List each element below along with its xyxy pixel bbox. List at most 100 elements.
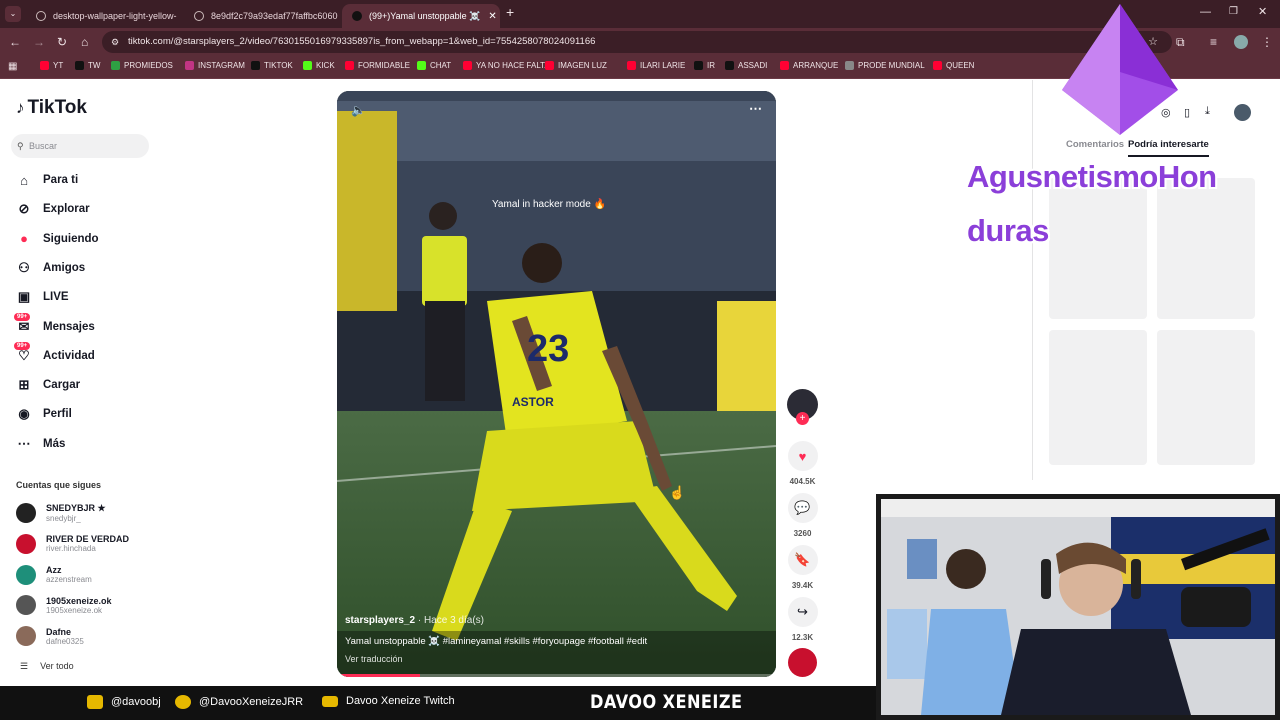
browser-profile-avatar[interactable] <box>1234 35 1248 49</box>
following-account[interactable]: Azz azzenstream <box>16 564 92 585</box>
user-avatar[interactable] <box>1234 104 1251 121</box>
bookmark-favicon-icon <box>627 61 636 70</box>
browser-tab-1[interactable]: desktop-wallpaper-light-yellow- ✕ <box>26 4 184 28</box>
share-button[interactable]: ↪ 12.3K <box>787 597 818 642</box>
sidebar-item-actividad[interactable]: ♡ 99+ Actividad <box>14 341 95 364</box>
bookmark-promiedos[interactable]: PROMIEDOS <box>111 61 173 70</box>
bookmark-yt[interactable]: YT <box>40 61 63 70</box>
bookmark-ilari-larie[interactable]: ILARI LARIE <box>627 61 685 70</box>
bookmark-label: PROMIEDOS <box>124 61 173 70</box>
video-progress-fill <box>337 674 421 677</box>
apps-grid-icon[interactable]: ▦ <box>8 61 17 72</box>
sidebar-item-para-ti[interactable]: ⌂ Para ti <box>16 172 78 188</box>
account-avatar <box>16 533 36 554</box>
recommended-video-thumb[interactable] <box>1157 330 1255 465</box>
music-disc-button[interactable] <box>787 648 818 677</box>
bookmark-arranque[interactable]: ARRANQUE <box>780 61 838 70</box>
account-name: Dafne <box>46 626 72 637</box>
bookmark-tiktok[interactable]: TIKTOK <box>251 61 293 70</box>
device-icon[interactable]: ▯ <box>1184 106 1190 119</box>
video-player[interactable]: 23 ASTOR 🔈 ⋯ Yamal in hacker mode 🔥 star… <box>337 91 776 677</box>
sidebar-item-amigos[interactable]: ⚇ Amigos <box>16 260 85 276</box>
author-name[interactable]: starsplayers_2 <box>345 615 415 626</box>
account-avatar <box>16 626 36 647</box>
bookmark-favicon-icon <box>251 61 260 70</box>
minimize-icon[interactable]: — <box>1200 6 1211 18</box>
following-account[interactable]: SNEDYBJR ★ snedybjr_ <box>16 503 106 523</box>
bookmark-imagen-luz[interactable]: IMAGEN LUZ <box>545 61 607 70</box>
following-account[interactable]: Dafne dafne0325 <box>16 626 84 647</box>
like-button[interactable]: ♥ 404.5K <box>787 441 818 486</box>
site-info-icon[interactable]: ⚙ <box>111 31 119 53</box>
sidebar-item-label: Amigos <box>43 261 86 274</box>
music-disc-icon[interactable] <box>788 648 817 677</box>
sidebar-item-explorar[interactable]: ⊘ Explorar <box>16 201 90 217</box>
account-username: river.hinchada <box>46 544 96 554</box>
following-account[interactable]: RIVER DE VERDAD river.hinchada <box>16 533 129 554</box>
bookmark-prode-mundial[interactable]: PRODE MUNDIAL <box>845 61 925 70</box>
bookmark-favicon-icon <box>40 61 49 70</box>
media-icon[interactable]: ≡ <box>1210 33 1217 51</box>
search-input[interactable]: ⚲ Buscar <box>11 134 149 158</box>
account-avatar <box>16 503 36 523</box>
sidebar-item-live[interactable]: ▣ LIVE <box>16 289 69 305</box>
bookmark-label: INSTAGRAM <box>198 61 245 70</box>
bookmark-kick[interactable]: KICK <box>303 61 335 70</box>
recommended-video-thumb[interactable] <box>1049 330 1147 465</box>
sidebar-item-siguiendo[interactable]: ● Siguiendo <box>16 231 99 247</box>
bookmark-chat[interactable]: CHAT <box>417 61 451 70</box>
bookmark-favicon-icon <box>417 61 426 70</box>
more-options-icon[interactable]: ⋯ <box>749 101 762 117</box>
bookmark-label: FORMIDABLE <box>358 61 411 70</box>
sidebar-item-perfil[interactable]: ◉ Perfil <box>16 406 71 422</box>
following-account[interactable]: 1905xeneize.ok 1905xeneize.ok <box>16 595 112 616</box>
forward-icon[interactable]: → <box>33 33 45 51</box>
tab-search-button[interactable]: ⌄ <box>5 6 21 22</box>
browser-tab-2[interactable]: 8e9df2c79a93edaf77faffbc6060 ✕ <box>184 4 342 28</box>
back-icon[interactable]: ← <box>9 33 21 51</box>
restore-icon[interactable]: ❐ <box>1229 6 1238 17</box>
tab-recommended-label: Podría interesarte <box>1128 139 1209 150</box>
follow-plus-icon[interactable]: + <box>796 412 809 425</box>
address-bar[interactable]: ⚙ tiktok.com/@starsplayers_2/video/76301… <box>102 31 1172 53</box>
bookmark-formidable[interactable]: FORMIDABLE <box>345 61 410 70</box>
translate-link[interactable]: Ver traducción <box>345 654 403 664</box>
tiktok-logo[interactable]: ♪ TikTok <box>16 97 87 119</box>
share-icon[interactable]: ↪ <box>787 597 818 627</box>
sidebar-item-cargar[interactable]: ⊞ Cargar <box>16 377 81 393</box>
bookmark-assadi[interactable]: ASSADI <box>725 61 767 70</box>
sidebar-item-más[interactable]: ⋯ Más <box>16 436 66 452</box>
bookmark-favicon-icon <box>303 61 312 70</box>
comment-icon[interactable]: 💬 <box>787 493 818 523</box>
panel-divider <box>1032 80 1033 480</box>
see-all-link[interactable]: ☰ Ver todo <box>20 661 74 672</box>
save-count: 39.4K <box>791 581 814 590</box>
compass-icon: ⊘ <box>18 201 30 217</box>
browser-tab-3[interactable]: (99+)Yamal unstoppable ☠️ ✕ <box>342 4 500 28</box>
bookmark-ya-no-hace-falta[interactable]: YA NO HACE FALTA <box>463 61 550 70</box>
video-author[interactable]: starsplayers_2 · Hace 3 día(s) <box>345 615 484 626</box>
creator-avatar-button[interactable]: + <box>787 389 818 425</box>
tab-title: (99+)Yamal unstoppable ☠️ <box>369 10 481 21</box>
home-page-icon[interactable]: ⌂ <box>81 33 88 51</box>
close-window-icon[interactable]: ✕ <box>1258 5 1267 18</box>
reload-icon[interactable]: ↻ <box>57 33 67 51</box>
sidebar-item-mensajes[interactable]: ✉ 99+ Mensajes <box>14 312 95 335</box>
browser-menu-icon[interactable]: ⋮ <box>1261 33 1273 51</box>
video-progress-track[interactable] <box>337 674 776 677</box>
save-button[interactable]: 🔖 39.4K <box>787 545 818 590</box>
new-tab-button[interactable]: + <box>506 4 514 20</box>
download-icon[interactable]: ⤓ <box>1205 105 1210 118</box>
heart-icon[interactable]: ♥ <box>787 441 818 471</box>
bookmark-icon[interactable]: 🔖 <box>787 545 818 575</box>
bookmark-tw[interactable]: TW <box>75 61 100 70</box>
mute-icon[interactable]: 🔈 <box>351 103 366 117</box>
bookmark-instagram[interactable]: INSTAGRAM <box>185 61 245 70</box>
close-tab-icon[interactable]: ✕ <box>480 11 496 22</box>
comment-button[interactable]: 💬 3260 <box>787 493 818 538</box>
bookmark-ir[interactable]: IR <box>694 61 715 70</box>
tab-title: desktop-wallpaper-light-yellow- <box>53 11 177 21</box>
tab-comments[interactable]: Comentarios <box>1066 139 1124 150</box>
bookmark-queen[interactable]: QUEEN <box>933 61 974 70</box>
close-tab-icon[interactable]: ✕ <box>177 11 184 22</box>
